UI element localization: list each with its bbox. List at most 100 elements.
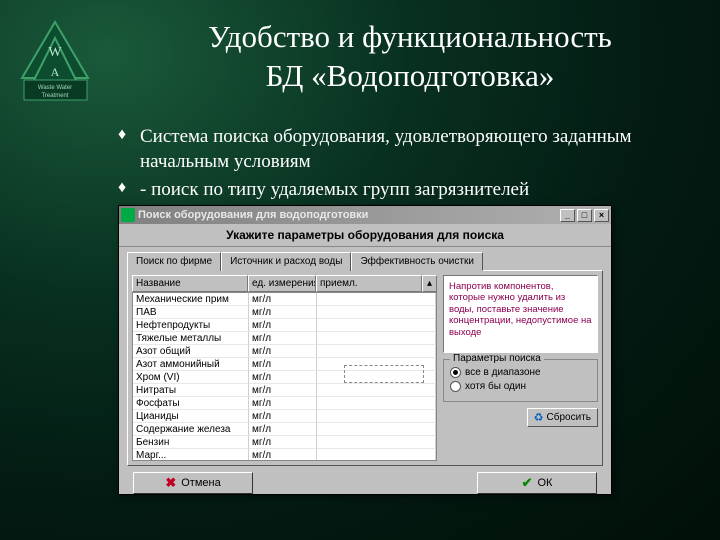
group-title: Параметры поиска: [450, 353, 544, 364]
cell-value[interactable]: [317, 436, 436, 449]
dialog-subtitle: Укажите параметры оборудования для поиск…: [119, 224, 611, 247]
radio-label: хотя бы один: [465, 381, 526, 392]
table-row[interactable]: Нефтепродуктымг/л: [133, 319, 436, 332]
tab-source-flow[interactable]: Источник и расход воды: [221, 252, 351, 271]
cell-unit: мг/л: [249, 358, 317, 371]
cell-value[interactable]: [317, 410, 436, 423]
bullet-text: - поиск по типу удаляемых групп загрязни…: [140, 178, 529, 203]
svg-text:Waste Water: Waste Water: [38, 85, 72, 91]
cell-unit: мг/л: [249, 332, 317, 345]
side-panel: Напротив компонентов, которые нужно удал…: [443, 275, 598, 461]
cell-name: Бензин: [133, 436, 249, 449]
maximize-button[interactable]: □: [577, 209, 592, 222]
svg-text:W: W: [48, 45, 62, 60]
table-row[interactable]: Бензинмг/л: [133, 436, 436, 449]
cell-name: Фосфаты: [133, 397, 249, 410]
cell-unit: мг/л: [249, 306, 317, 319]
svg-text:Treatment: Treatment: [41, 93, 68, 99]
svg-text:A: A: [51, 65, 60, 79]
radio-icon: [450, 381, 461, 392]
edit-cell-focus[interactable]: [344, 365, 424, 383]
tab-panel: Название ед. измерения приемл. ▴ Механич…: [127, 270, 603, 466]
cell-name: ПАВ: [133, 306, 249, 319]
cell-value[interactable]: [317, 345, 436, 358]
title-line-2: БД «Водоподготовка»: [266, 58, 555, 93]
reset-button[interactable]: ♻ Сбросить: [527, 408, 598, 427]
grid-body[interactable]: Механические приммг/лПАВмг/лНефтепродукт…: [132, 292, 437, 461]
cell-value[interactable]: [317, 384, 436, 397]
window-title: Поиск оборудования для водоподготовки: [138, 209, 560, 221]
dialog-buttons: ✖ Отмена ✔ ОК: [119, 472, 611, 500]
tab-bar: Поиск по фирме Источник и расход воды Эф…: [119, 247, 611, 270]
cell-value[interactable]: [317, 332, 436, 345]
bullet-marker-icon: ♦: [118, 178, 140, 203]
grid-header: Название ед. измерения приемл. ▴: [132, 275, 437, 292]
cell-value[interactable]: [317, 293, 436, 306]
cell-name: Содержание железа: [133, 423, 249, 436]
bullet-item: ♦ - поиск по типу удаляемых групп загряз…: [118, 178, 690, 203]
cell-name: Азот общий: [133, 345, 249, 358]
cell-unit: мг/л: [249, 449, 317, 461]
cell-name: Тяжелые металлы: [133, 332, 249, 345]
cancel-label: Отмена: [181, 477, 220, 489]
cell-unit: мг/л: [249, 293, 317, 306]
pollutant-grid: Название ед. измерения приемл. ▴ Механич…: [132, 275, 437, 461]
cell-value[interactable]: [317, 397, 436, 410]
radio-all-in-range[interactable]: все в диапазоне: [450, 367, 591, 378]
close-icon: ✖: [165, 475, 176, 491]
cell-unit: мг/л: [249, 436, 317, 449]
radio-icon: [450, 367, 461, 378]
cell-name: Нитраты: [133, 384, 249, 397]
close-button[interactable]: ×: [594, 209, 609, 222]
cancel-button[interactable]: ✖ Отмена: [133, 472, 253, 494]
ok-label: ОК: [537, 477, 552, 489]
cell-unit: мг/л: [249, 423, 317, 436]
scroll-up-icon[interactable]: ▴: [422, 275, 437, 292]
cell-name: Азот аммонийный: [133, 358, 249, 371]
tab-efficiency[interactable]: Эффективность очистки: [351, 252, 483, 271]
app-icon: [121, 208, 135, 222]
table-row[interactable]: Содержание железамг/л: [133, 423, 436, 436]
recycle-icon: ♻: [534, 411, 544, 424]
table-row[interactable]: Механические приммг/л: [133, 293, 436, 306]
cell-name: Хром (VI): [133, 371, 249, 384]
cell-name: Марг...: [133, 449, 249, 461]
cell-unit: мг/л: [249, 397, 317, 410]
radio-at-least-one[interactable]: хотя бы один: [450, 381, 591, 392]
cell-unit: мг/л: [249, 384, 317, 397]
check-icon: ✔: [522, 475, 533, 491]
ok-button[interactable]: ✔ ОК: [477, 472, 597, 494]
tab-by-firm[interactable]: Поиск по фирме: [127, 252, 221, 271]
cell-unit: мг/л: [249, 371, 317, 384]
bullet-item: ♦ Система поиска оборудования, удовлетво…: [118, 125, 690, 174]
radio-label: все в диапазоне: [465, 367, 541, 378]
table-row[interactable]: ПАВмг/л: [133, 306, 436, 319]
cell-value[interactable]: [317, 449, 436, 461]
hint-text: Напротив компонентов, которые нужно удал…: [443, 275, 598, 353]
minimize-button[interactable]: _: [560, 209, 575, 222]
cell-unit: мг/л: [249, 410, 317, 423]
search-dialog-window: Поиск оборудования для водоподготовки _ …: [118, 205, 612, 495]
col-unit[interactable]: ед. измерения: [248, 275, 316, 292]
cell-value[interactable]: [317, 306, 436, 319]
slide-title: Удобство и функциональность БД «Водоподг…: [120, 18, 700, 96]
bullet-marker-icon: ♦: [118, 125, 140, 174]
cell-value[interactable]: [317, 423, 436, 436]
table-row[interactable]: Тяжелые металлымг/л: [133, 332, 436, 345]
table-row[interactable]: Цианидымг/л: [133, 410, 436, 423]
window-titlebar[interactable]: Поиск оборудования для водоподготовки _ …: [119, 206, 611, 224]
col-value[interactable]: приемл.: [316, 275, 422, 292]
table-row[interactable]: Нитратымг/л: [133, 384, 436, 397]
cell-value[interactable]: [317, 319, 436, 332]
cell-name: Нефтепродукты: [133, 319, 249, 332]
cell-unit: мг/л: [249, 319, 317, 332]
table-row[interactable]: Марг...мг/л: [133, 449, 436, 461]
cell-name: Цианиды: [133, 410, 249, 423]
table-row[interactable]: Азот общиймг/л: [133, 345, 436, 358]
search-params-group: Параметры поиска все в диапазоне хотя бы…: [443, 359, 598, 402]
cell-unit: мг/л: [249, 345, 317, 358]
title-line-1: Удобство и функциональность: [208, 19, 612, 54]
bullet-list: ♦ Система поиска оборудования, удовлетво…: [118, 125, 690, 207]
col-name[interactable]: Название: [132, 275, 248, 292]
table-row[interactable]: Фосфатымг/л: [133, 397, 436, 410]
